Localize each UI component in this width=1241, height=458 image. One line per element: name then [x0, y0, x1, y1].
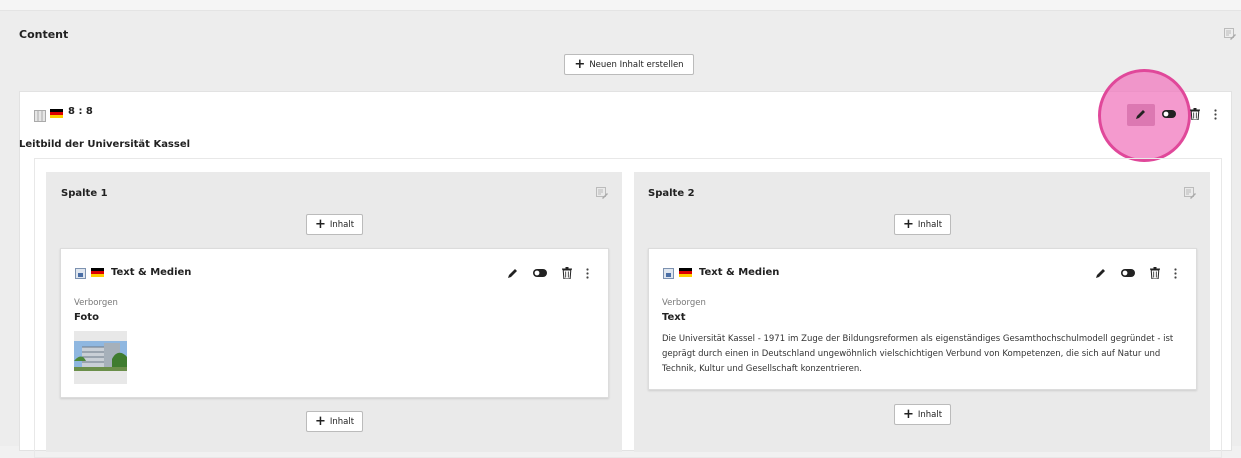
trash-icon[interactable]: [561, 266, 573, 280]
edit-pencil-icon[interactable]: [1094, 266, 1108, 280]
columns-icon: [34, 107, 46, 122]
image-thumbnail[interactable]: [74, 331, 127, 384]
edit-column-icon[interactable]: [1184, 187, 1196, 199]
content-element-title: Text & Medien: [111, 267, 192, 278]
column-ratio: 8 : 8: [68, 106, 93, 117]
plus-icon: +: [314, 414, 326, 429]
add-content-label: Inhalt: [917, 409, 943, 420]
content-element-title: Text & Medien: [699, 267, 780, 278]
plus-icon: +: [902, 217, 914, 232]
add-content-bottom-button-col2[interactable]: + Inhalt: [894, 404, 951, 425]
edit-column-icon[interactable]: [596, 187, 608, 199]
new-content-button[interactable]: + Neuen Inhalt erstellen: [564, 54, 694, 75]
add-content-label: Inhalt: [329, 219, 355, 230]
plus-icon: +: [902, 407, 914, 422]
element-bodytext: Die Universität Kassel - 1971 im Zuge de…: [662, 334, 1174, 374]
section-title: Content: [19, 28, 69, 41]
add-content-bottom-button-col1[interactable]: + Inhalt: [306, 411, 363, 432]
edit-pencil-icon[interactable]: [1134, 107, 1148, 121]
hidden-label: Verborgen: [74, 298, 118, 308]
add-content-top-button-col2[interactable]: + Inhalt: [894, 214, 951, 235]
hidden-label: Verborgen: [662, 298, 706, 308]
german-flag-icon: [91, 268, 104, 277]
trash-icon[interactable]: [1149, 266, 1161, 280]
add-content-top-button-col1[interactable]: + Inhalt: [306, 214, 363, 235]
new-content-label: Neuen Inhalt erstellen: [589, 59, 684, 70]
column-1-title: Spalte 1: [61, 188, 108, 199]
record-title: Leitbild der Universität Kassel: [19, 139, 191, 150]
plus-icon: +: [574, 57, 586, 72]
plus-icon: +: [314, 217, 326, 232]
german-flag-icon: [679, 268, 692, 277]
more-vertical-icon[interactable]: [1211, 107, 1219, 121]
trash-icon[interactable]: [1189, 107, 1201, 121]
more-vertical-icon[interactable]: [1171, 266, 1179, 280]
textmedia-type-icon: [663, 268, 674, 279]
german-flag-icon: [50, 109, 63, 118]
element-header: Foto: [74, 312, 99, 323]
column-2-title: Spalte 2: [648, 188, 695, 199]
more-vertical-icon[interactable]: [583, 266, 591, 280]
add-content-label: Inhalt: [329, 416, 355, 427]
edit-column-icon[interactable]: [1224, 28, 1236, 40]
toggle-visibility-icon[interactable]: [1120, 267, 1136, 279]
top-strip: [0, 0, 1241, 11]
element-header: Text: [662, 312, 686, 323]
toggle-visibility-icon[interactable]: [1161, 108, 1177, 120]
edit-pencil-icon[interactable]: [506, 266, 520, 280]
add-content-label: Inhalt: [917, 219, 943, 230]
toggle-visibility-icon[interactable]: [532, 267, 548, 279]
textmedia-type-icon: [75, 268, 86, 279]
